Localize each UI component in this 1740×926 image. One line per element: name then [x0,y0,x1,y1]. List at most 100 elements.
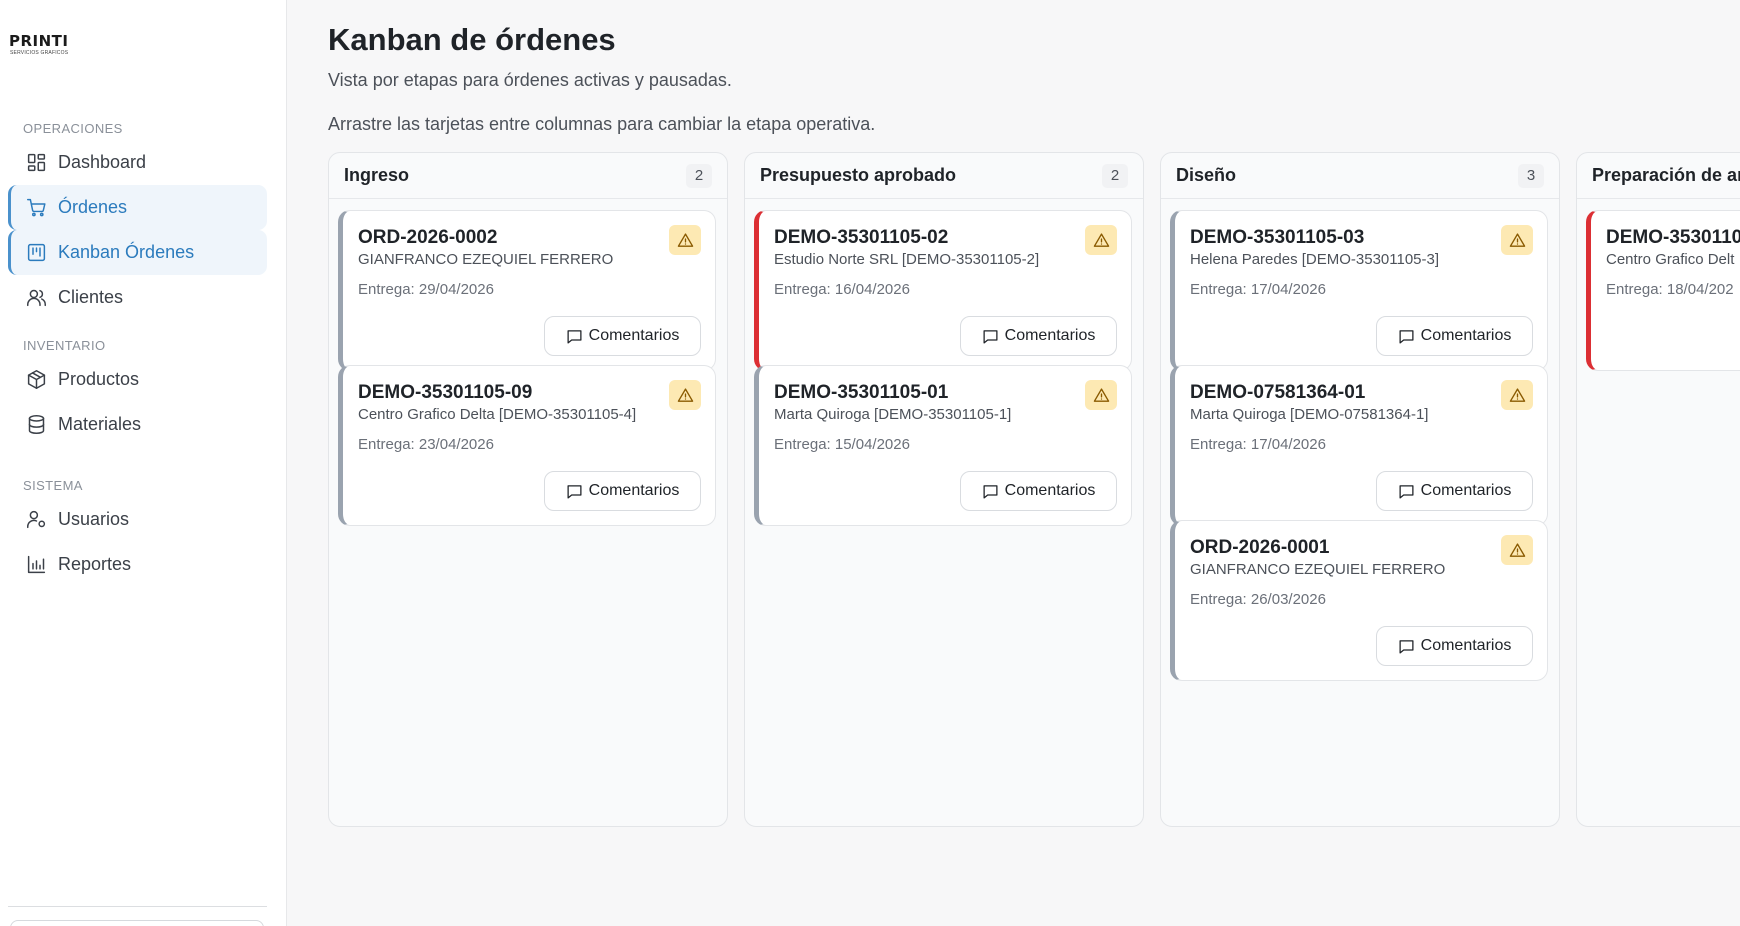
column-header: Diseño 3 [1161,153,1559,199]
warning-icon [1501,225,1533,255]
column-count-badge: 2 [1102,163,1128,188]
order-card[interactable]: DEMO-35301105-09 Centro Grafico Delta [D… [338,365,716,526]
page-hint: Arrastre las tarjetas entre columnas par… [328,114,876,134]
sidebar-item-label: Dashboard [58,152,147,172]
page-subtitle: Vista por etapas para órdenes activas y … [328,70,732,90]
column-title: Diseño [1176,165,1237,185]
sidebar-item-label: Órdenes [58,197,128,217]
order-card[interactable]: DEMO-35301105-01 Marta Quiroga [DEMO-353… [754,365,1132,526]
sidebar-item-ordenes[interactable]: Órdenes [8,185,267,230]
bar-chart-icon [25,554,47,576]
order-delivery-date: Entrega: 26/03/2026 [1190,591,1326,608]
sidebar-item-clientes[interactable]: Clientes [8,275,267,320]
kanban-board: Ingreso 2 ORD-2026-0002 GIANFRANCO EZEQU… [328,152,1740,827]
kanban-column-presupuesto-aprobado[interactable]: Presupuesto aprobado 2 DEMO-35301105-02 … [744,152,1144,827]
sidebar-item-label: Usuarios [58,509,130,529]
order-card[interactable]: ORD-2026-0001 GIANFRANCO EZEQUIEL FERRER… [1170,520,1548,681]
nav-section-sistema: SISTEMA [23,478,83,493]
order-delivery-date: Entrega: 23/04/2026 [358,436,494,453]
order-client: GIANFRANCO EZEQUIEL FERRERO [1190,561,1446,578]
order-delivery-date: Entrega: 16/04/2026 [774,281,910,298]
column-count-badge: 3 [1518,163,1544,188]
column-title: Ingreso [344,165,410,185]
warning-icon [1085,380,1117,410]
order-client: Estudio Norte SRL [DEMO-35301105-2] [774,251,1040,268]
comments-button[interactable]: Comentarios [544,471,701,511]
order-code: ORD-2026-0002 [358,227,498,248]
sidebar-item-usuarios[interactable]: Usuarios [8,497,267,542]
sidebar-item-label: Reportes [58,554,132,574]
column-header: Preparación de ar [1577,153,1740,199]
order-client: Helena Paredes [DEMO-35301105-3] [1190,251,1440,268]
kanban-column-diseno[interactable]: Diseño 3 DEMO-35301105-03 Helena Paredes… [1160,152,1560,827]
warning-icon [1501,535,1533,565]
sidebar-item-label: Kanban Órdenes [58,242,195,262]
kanban-icon [25,242,47,264]
order-client: Marta Quiroga [DEMO-07581364-1] [1190,406,1429,423]
sidebar-item-label: Productos [58,369,140,389]
cart-icon [25,197,47,219]
main-content: Kanban de órdenes Vista por etapas para … [288,0,1740,926]
comments-button-label: Comentarios [1420,327,1512,344]
order-card[interactable]: DEMO-35301105-02 Estudio Norte SRL [DEMO… [754,210,1132,371]
order-code: DEMO-07581364-01 [1190,382,1366,403]
order-code: DEMO-3530110 [1606,227,1740,248]
column-count-badge: 2 [686,163,712,188]
comments-button-label: Comentarios [1420,482,1512,499]
column-header: Presupuesto aprobado 2 [745,153,1143,199]
comments-button[interactable]: Comentarios [1376,316,1533,356]
warning-icon [1501,380,1533,410]
comments-button[interactable]: Comentarios [1376,626,1533,666]
comments-button-label: Comentarios [1004,482,1096,499]
order-card[interactable]: DEMO-3530110 Centro Grafico Delt Entrega… [1586,210,1740,371]
comments-button[interactable]: Comentarios [960,316,1117,356]
comment-icon [1399,329,1414,344]
sidebar: PRINTI SERVICIOS GRAFICOS OPERACIONES Da… [0,0,287,926]
brand-logo[interactable]: PRINTI SERVICIOS GRAFICOS [9,33,81,81]
order-client: Centro Grafico Delta [DEMO-35301105-4] [358,406,637,423]
comment-icon [567,484,582,499]
kanban-column-preparacion[interactable]: Preparación de ar DEMO-3530110 Centro Gr… [1576,152,1740,827]
user-gear-icon [25,509,47,531]
comments-button-label: Comentarios [588,327,680,344]
sidebar-item-dashboard[interactable]: Dashboard [8,140,267,185]
column-title: Presupuesto aprobado [760,165,957,185]
order-code: DEMO-35301105-09 [358,382,533,403]
comment-icon [983,484,998,499]
column-header: Ingreso 2 [329,153,727,199]
order-card[interactable]: ORD-2026-0002 GIANFRANCO EZEQUIEL FERRER… [338,210,716,371]
warning-icon [669,380,701,410]
order-card[interactable]: DEMO-07581364-01 Marta Quiroga [DEMO-075… [1170,365,1548,526]
sidebar-item-materiales[interactable]: Materiales [8,402,267,447]
sidebar-divider [8,906,267,907]
comments-button[interactable]: Comentarios [544,316,701,356]
sidebar-item-label: Materiales [58,414,142,434]
sidebar-item-reportes[interactable]: Reportes [8,542,267,587]
comments-button-label: Comentarios [1004,327,1096,344]
comment-icon [1399,639,1414,654]
page-title: Kanban de órdenes [328,22,616,57]
kanban-column-ingreso[interactable]: Ingreso 2 ORD-2026-0002 GIANFRANCO EZEQU… [328,152,728,827]
order-delivery-date: Entrega: 15/04/2026 [774,436,910,453]
nav-section-operaciones: OPERACIONES [23,121,123,136]
user-menu-button[interactable] [10,920,264,926]
order-delivery-date: Entrega: 17/04/2026 [1190,281,1326,298]
order-card[interactable]: DEMO-35301105-03 Helena Paredes [DEMO-35… [1170,210,1548,371]
order-client: Centro Grafico Delt [1606,251,1735,268]
order-code: DEMO-35301105-01 [774,382,949,403]
sidebar-item-kanban-ordenes[interactable]: Kanban Órdenes [8,230,267,275]
comments-button[interactable]: Comentarios [1376,471,1533,511]
sidebar-item-productos[interactable]: Productos [8,357,267,402]
comment-icon [567,329,582,344]
comments-button-label: Comentarios [588,482,680,499]
comments-button[interactable]: Comentarios [960,471,1117,511]
brand-name: PRINTI [9,32,69,50]
order-client: GIANFRANCO EZEQUIEL FERRERO [358,251,614,268]
brand-tagline: SERVICIOS GRAFICOS [10,50,69,56]
comments-button-label: Comentarios [1420,637,1512,654]
warning-icon [669,225,701,255]
comment-icon [983,329,998,344]
order-code: DEMO-35301105-02 [774,227,949,248]
order-code: DEMO-35301105-03 [1190,227,1365,248]
warning-icon [1085,225,1117,255]
